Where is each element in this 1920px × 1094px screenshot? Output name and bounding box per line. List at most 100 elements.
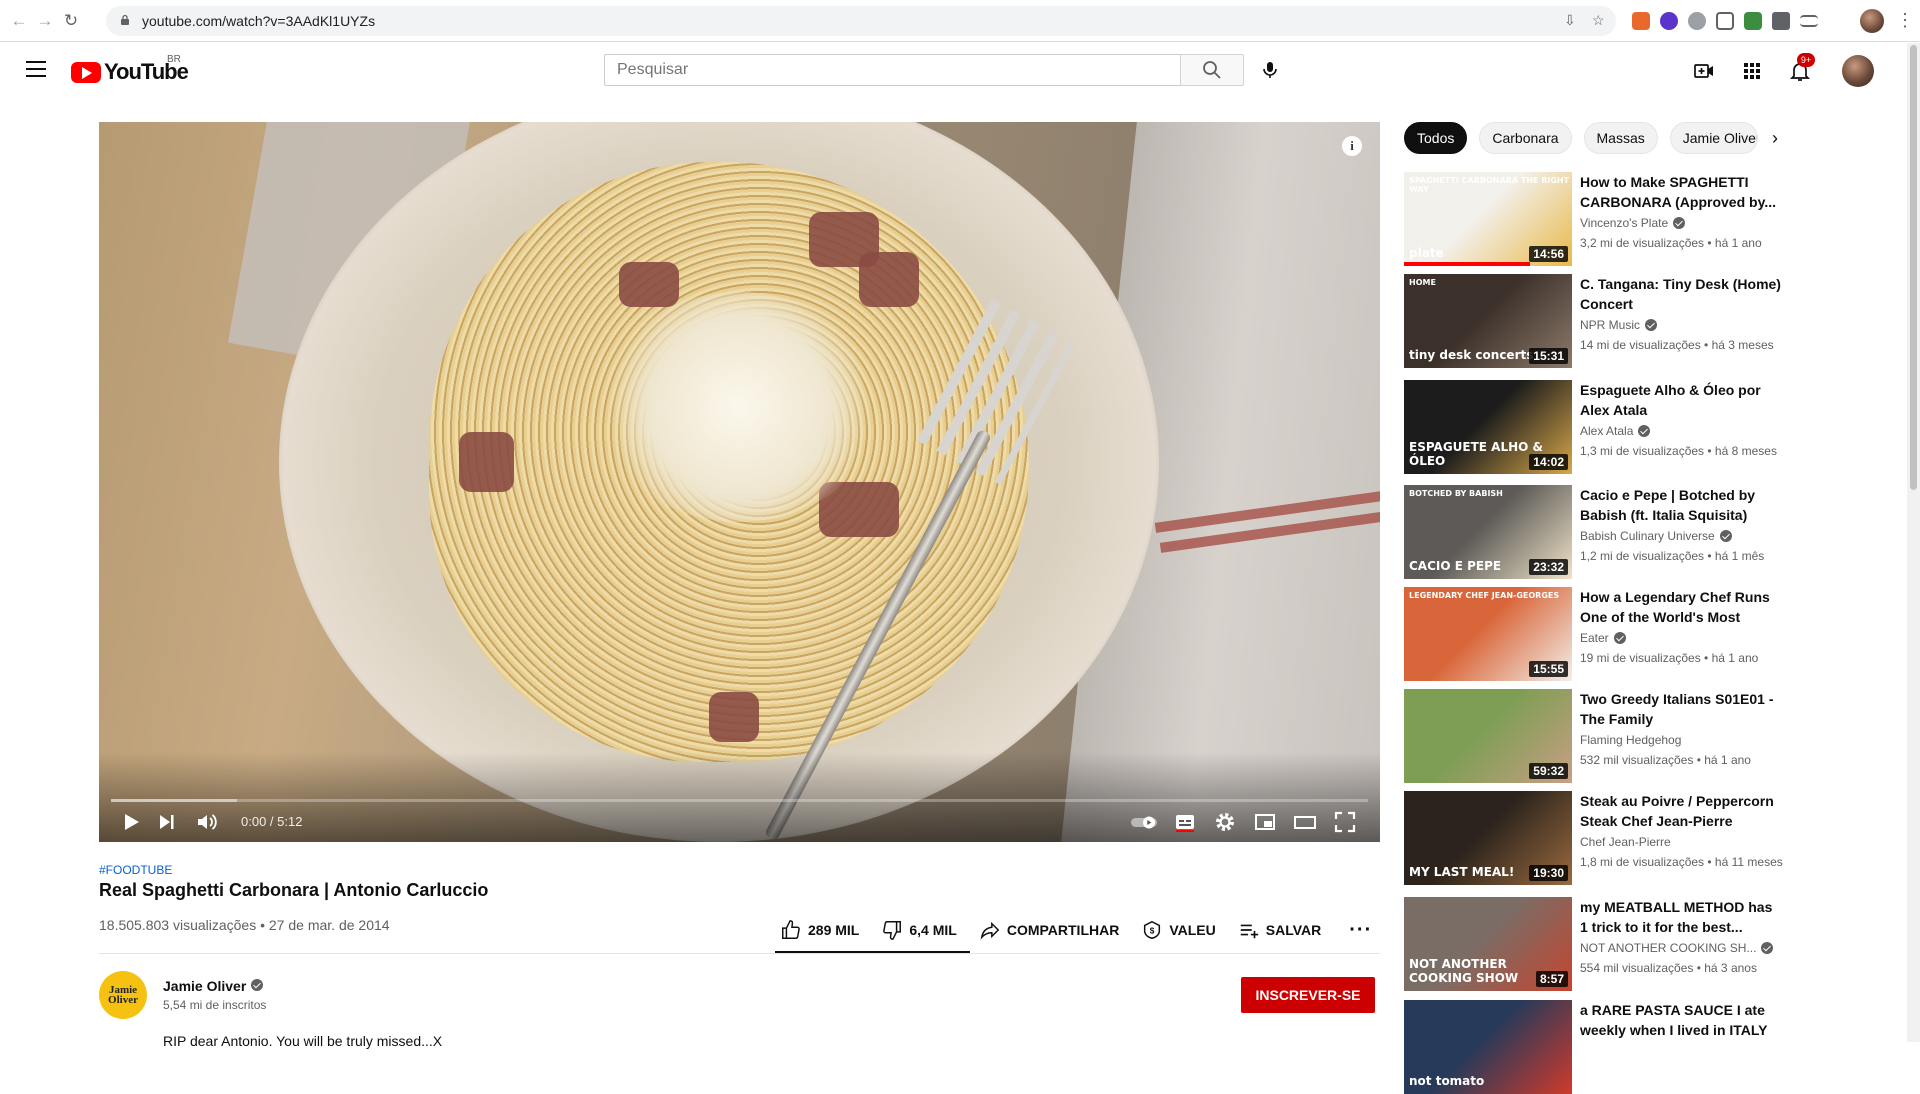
apps-grid-icon[interactable] <box>1740 59 1764 83</box>
thanks-button[interactable]: $ VALEU <box>1141 919 1216 941</box>
create-video-icon[interactable] <box>1692 59 1716 83</box>
browser-menu-icon[interactable]: ⋮ <box>1896 10 1914 31</box>
next-icon[interactable] <box>155 810 179 834</box>
extension-icon[interactable] <box>1716 12 1734 30</box>
recommendation-channel[interactable]: Flaming Hedgehog <box>1580 733 1681 747</box>
recommendation-channel[interactable]: Vincenzo's Plate <box>1580 216 1686 230</box>
like-count: 289 MIL <box>808 922 860 938</box>
recommendation-channel[interactable]: Eater <box>1580 631 1626 645</box>
recommendation-channel[interactable]: Alex Atala <box>1580 424 1651 438</box>
verified-icon <box>1761 942 1774 954</box>
recommendation-item[interactable]: LEGENDARY CHEF JEAN-GEORGES 15:55 How a Le… <box>1404 587 1784 681</box>
recommendation-title[interactable]: C. Tangana: Tiny Desk (Home) Concert <box>1580 274 1784 314</box>
recommendation-item[interactable]: BOTCHED BY BABISH CACIO E PEPE 23:32 Cacio … <box>1404 485 1784 579</box>
chip-jamie-oliver[interactable]: Jamie Oliver <box>1669 122 1758 154</box>
video-thumbnail[interactable]: not tomato <box>1404 1000 1572 1094</box>
video-thumbnail[interactable]: LEGENDARY CHEF JEAN-GEORGES 15:55 <box>1404 587 1572 681</box>
channel-name[interactable]: Jamie Oliver <box>163 978 264 994</box>
recommendation-title[interactable]: my MEATBALL METHOD has 1 trick to it for… <box>1580 897 1784 937</box>
youtube-logo[interactable]: YouTube BR <box>71 54 189 84</box>
video-hashtag[interactable]: #FOODTUBE <box>99 863 172 877</box>
share-button[interactable]: COMPARTILHAR <box>979 919 1119 941</box>
video-thumbnail[interactable]: MY LAST MEAL! 19:30 <box>1404 791 1572 885</box>
channel-avatar[interactable]: Jamie Oliver <box>99 971 147 1019</box>
chip-massas[interactable]: Massas <box>1583 122 1658 154</box>
recommendation-channel[interactable]: NPR Music <box>1580 318 1658 332</box>
like-button[interactable]: 289 MIL <box>780 919 859 941</box>
video-thumbnail[interactable]: BOTCHED BY BABISH CACIO E PEPE 23:32 <box>1404 485 1572 579</box>
recommendation-title[interactable]: Steak au Poivre / Peppercorn Steak Chef … <box>1580 791 1784 831</box>
recommendation-meta: 1,3 mi de visualizações • há 8 meses <box>1580 444 1777 458</box>
recommendation-title[interactable]: How to Make SPAGHETTI CARBONARA (Approve… <box>1580 172 1784 212</box>
extension-icon[interactable] <box>1660 12 1678 30</box>
chevron-right-icon[interactable]: › <box>1772 128 1792 148</box>
recommendation-item[interactable]: NOT ANOTHER COOKING SHOW 8:57 my MEATBALL … <box>1404 897 1784 991</box>
video-thumbnail[interactable]: NOT ANOTHER COOKING SHOW 8:57 <box>1404 897 1572 991</box>
extension-icon[interactable] <box>1632 12 1650 30</box>
thumbnail-caption: MY LAST MEAL! <box>1409 865 1515 879</box>
video-duration: 8:57 <box>1535 971 1568 987</box>
recommendation-title[interactable]: a RARE PASTA SAUCE I ate weekly when I l… <box>1580 1000 1784 1040</box>
back-icon[interactable]: ← <box>8 10 30 32</box>
reading-list-icon[interactable] <box>1800 15 1818 27</box>
theater-mode-icon[interactable] <box>1293 810 1317 834</box>
extension-icon[interactable] <box>1688 12 1706 30</box>
svg-text:$: $ <box>1150 927 1155 936</box>
recommendation-item[interactable]: HOME tiny desk concerts 15:31 C. Tangana: T… <box>1404 274 1784 368</box>
thumbs-down-icon <box>883 921 902 940</box>
address-bar[interactable]: youtube.com/watch?v=3AAdKl1UYZs ⇩ ☆ <box>106 6 1616 36</box>
recommendation-title[interactable]: Cacio e Pepe | Botched by Babish (ft. It… <box>1580 485 1784 525</box>
recommendation-item[interactable]: SPAGHETTI CARBONARA THE RIGHT WAY plate 14… <box>1404 172 1784 266</box>
subtitles-icon[interactable] <box>1173 810 1197 834</box>
play-icon[interactable] <box>119 810 143 834</box>
puzzle-icon[interactable] <box>1772 12 1790 30</box>
more-actions-icon[interactable]: ··· <box>1349 919 1372 942</box>
video-actions: 289 MIL 6,4 MIL COMPARTILHAR $ VALEU SAL… <box>780 912 1394 948</box>
video-player[interactable]: i 0:00 / 5:12 <box>99 122 1380 842</box>
recommendation-meta: 532 mil visualizações • há 1 ano <box>1580 753 1751 767</box>
video-thumbnail[interactable]: SPAGHETTI CARBONARA THE RIGHT WAY plate 14… <box>1404 172 1572 266</box>
recommendation-channel[interactable]: NOT ANOTHER COOKING SH... <box>1580 941 1774 955</box>
browser-profile-avatar[interactable] <box>1860 9 1884 33</box>
bookmark-star-icon[interactable]: ☆ <box>1592 12 1605 29</box>
video-thumbnail[interactable]: ESPAGUETE ALHO & ÓLEO 14:02 <box>1404 380 1572 474</box>
volume-icon[interactable] <box>195 810 219 834</box>
search-button[interactable] <box>1180 54 1244 86</box>
menu-icon[interactable] <box>26 61 46 77</box>
settings-gear-icon[interactable] <box>1213 810 1237 834</box>
description-preview[interactable]: RIP dear Antonio. You will be truly miss… <box>163 1033 442 1049</box>
fullscreen-icon[interactable] <box>1333 810 1357 834</box>
recommendation-title[interactable]: Two Greedy Italians S01E01 - The Family <box>1580 689 1784 729</box>
recommendation-channel[interactable]: Babish Culinary Universe <box>1580 529 1732 543</box>
reload-icon[interactable]: ↻ <box>60 10 82 32</box>
save-button[interactable]: SALVAR <box>1238 919 1321 941</box>
youtube-play-icon <box>71 61 101 83</box>
recommendation-channel[interactable]: Chef Jean-Pierre <box>1580 835 1671 849</box>
video-thumbnail[interactable]: 59:32 <box>1404 689 1572 783</box>
recommendation-meta: 14 mi de visualizações • há 3 meses <box>1580 338 1774 352</box>
watched-progress-bar <box>1404 262 1530 266</box>
install-icon[interactable]: ⇩ <box>1564 12 1576 29</box>
subscribe-button[interactable]: INSCREVER-SE <box>1241 977 1375 1013</box>
info-icon[interactable]: i <box>1342 136 1362 156</box>
miniplayer-icon[interactable] <box>1253 810 1277 834</box>
autoplay-toggle[interactable] <box>1129 810 1159 834</box>
voice-search-button[interactable] <box>1254 54 1286 86</box>
search-box <box>604 54 1180 86</box>
recommendation-item[interactable]: MY LAST MEAL! 19:30 Steak au Poivre / Pepp… <box>1404 791 1784 885</box>
account-avatar[interactable] <box>1842 55 1874 87</box>
video-title: Real Spaghetti Carbonara | Antonio Carlu… <box>99 880 489 900</box>
extension-icon[interactable] <box>1744 12 1762 30</box>
recommendation-title[interactable]: How a Legendary Chef Runs One of the Wor… <box>1580 587 1784 627</box>
recommendation-item[interactable]: ESPAGUETE ALHO & ÓLEO 14:02 Espaguete Alho… <box>1404 380 1784 474</box>
video-thumbnail[interactable]: HOME tiny desk concerts 15:31 <box>1404 274 1572 368</box>
forward-icon[interactable]: → <box>34 10 56 32</box>
recommendation-title[interactable]: Espaguete Alho & Óleo por Alex Atala <box>1580 380 1784 420</box>
recommendation-item[interactable]: not tomato a RARE PASTA SAUCE I ate weekl… <box>1404 1000 1784 1094</box>
chip-carbonara[interactable]: Carbonara <box>1479 122 1572 154</box>
recommendation-item[interactable]: 59:32 Two Greedy Italians S01E01 - The Fa… <box>1404 689 1784 783</box>
page-scrollbar[interactable] <box>1907 43 1920 1042</box>
dislike-button[interactable]: 6,4 MIL <box>881 919 957 941</box>
search-input[interactable] <box>605 55 1180 85</box>
chip-todos[interactable]: Todos <box>1404 122 1468 154</box>
